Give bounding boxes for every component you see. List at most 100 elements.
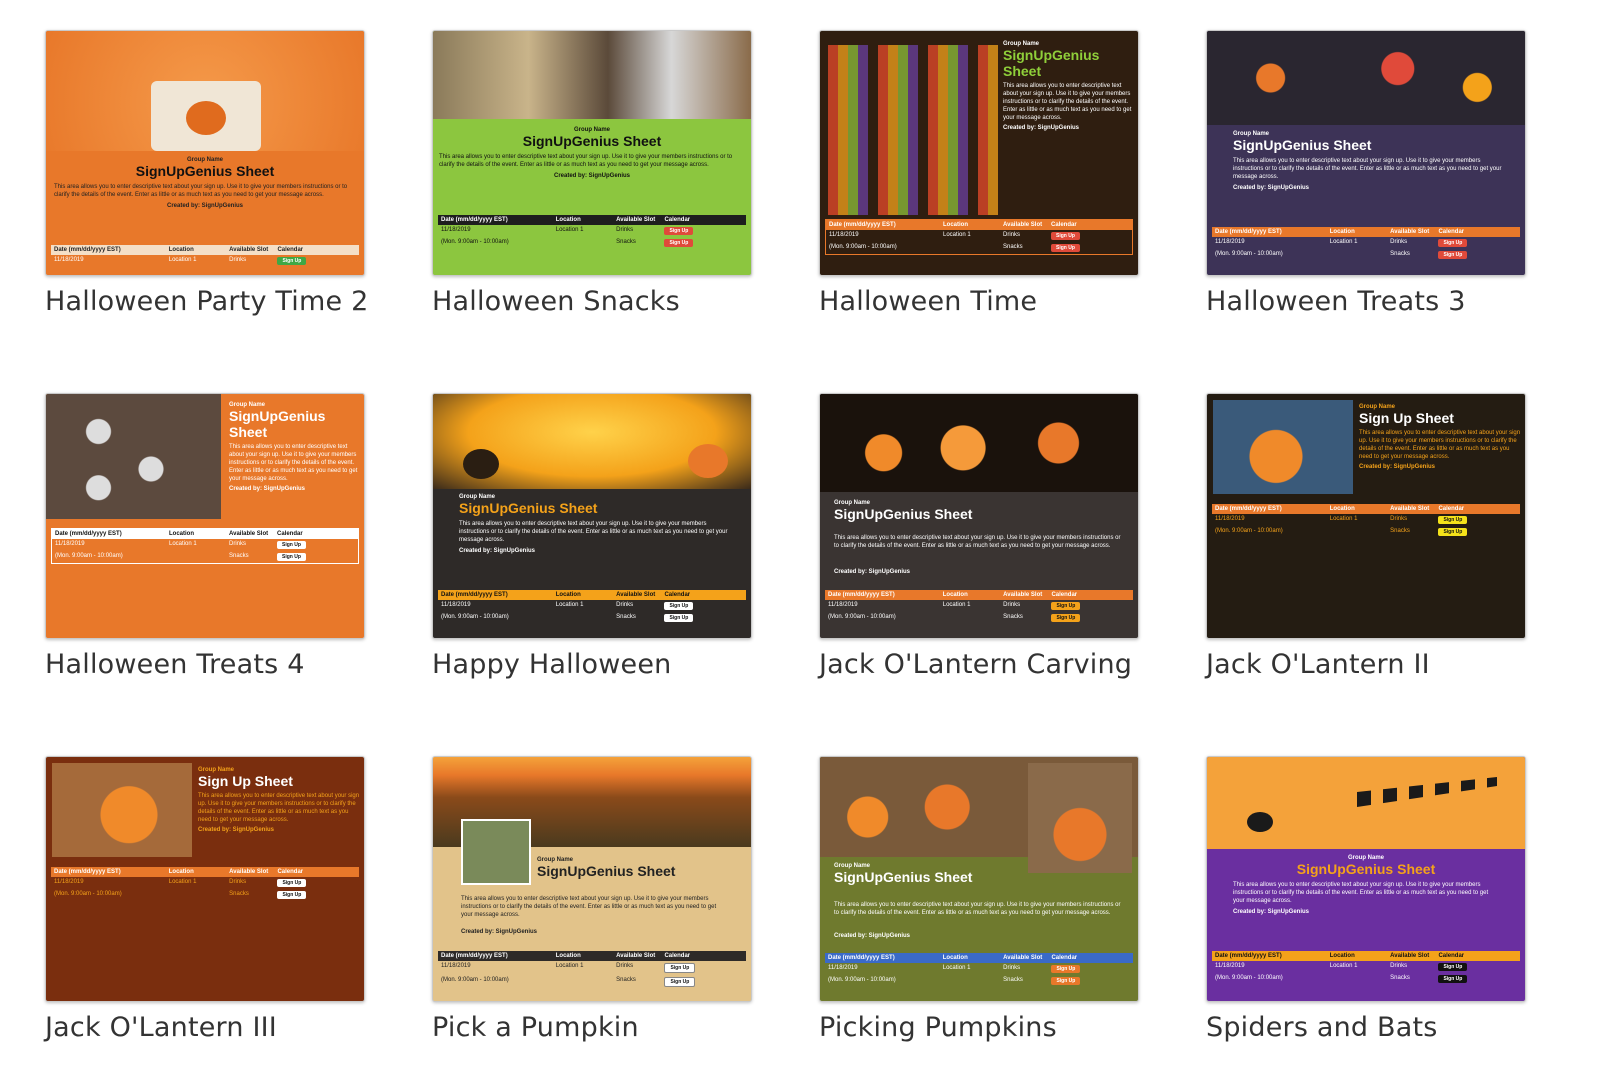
created-by: Created by: SignUpGenius bbox=[229, 486, 306, 492]
signup-button[interactable]: Sign Up bbox=[664, 602, 694, 610]
slot-table: Date (mm/dd/yyyy EST) Location Available S… bbox=[825, 953, 1133, 987]
template-preview[interactable]: Group Name SignUpGenius Sheet This area … bbox=[1206, 756, 1526, 1002]
sheet-description: This area allows you to enter descriptiv… bbox=[229, 444, 358, 482]
template-preview[interactable]: Group Name SignUpGenius Sheet This area … bbox=[45, 30, 365, 276]
sheet-description: This area allows you to enter descriptiv… bbox=[54, 184, 348, 198]
signup-button[interactable]: Sign Up bbox=[1438, 975, 1468, 983]
signup-button[interactable]: Sign Up bbox=[277, 891, 307, 899]
created-by: Created by: SignUpGenius bbox=[198, 827, 275, 833]
pumpkin-photo bbox=[1028, 763, 1132, 873]
template-name[interactable]: Halloween Snacks bbox=[432, 286, 750, 317]
template-name[interactable]: Halloween Treats 3 bbox=[1206, 286, 1524, 317]
signup-button[interactable]: Sign Up bbox=[1051, 602, 1081, 610]
sheet-title: SignUpGenius Sheet bbox=[459, 500, 598, 516]
template-preview[interactable]: Group Name SignUpGenius Sheet This area … bbox=[432, 30, 752, 276]
template-preview[interactable]: Group Name SignUpGenius Sheet This area … bbox=[432, 393, 752, 639]
slot-table: Date (mm/dd/yyyy EST) Location Available S… bbox=[51, 245, 359, 267]
template-card[interactable]: Group Name SignUpGenius Sheet This area … bbox=[1206, 30, 1526, 317]
template-name[interactable]: Jack O'Lantern II bbox=[1206, 649, 1524, 680]
signup-button[interactable]: Sign Up bbox=[277, 553, 306, 561]
template-card[interactable]: Group Name Sign Up Sheet This area allow… bbox=[45, 756, 365, 1043]
template-preview[interactable]: Group Name Sign Up Sheet This area allow… bbox=[1206, 393, 1526, 639]
spiders-bats-image bbox=[1207, 757, 1525, 849]
jack-o-lantern-image bbox=[1213, 400, 1353, 494]
template-preview[interactable]: Group Name SignUpGenius Sheet This area … bbox=[819, 756, 1139, 1002]
sheet-title: Sign Up Sheet bbox=[1359, 410, 1454, 426]
happy-halloween-image bbox=[433, 394, 751, 489]
hands-image bbox=[461, 819, 531, 885]
template-name[interactable]: Pick a Pumpkin bbox=[432, 1012, 750, 1043]
template-preview[interactable]: Group Name SignUpGenius Sheet This area … bbox=[45, 393, 365, 639]
signup-button[interactable]: Sign Up bbox=[1438, 528, 1468, 536]
template-card[interactable]: Group Name Sign Up Sheet This area allow… bbox=[1206, 393, 1526, 680]
signup-button[interactable]: Sign Up bbox=[1051, 232, 1080, 240]
signup-button[interactable]: Sign Up bbox=[1051, 965, 1081, 973]
sheet-title: Sign Up Sheet bbox=[198, 773, 293, 789]
signup-button[interactable]: Sign Up bbox=[277, 257, 307, 265]
signup-button[interactable]: Sign Up bbox=[1051, 244, 1080, 252]
signup-button[interactable]: Sign Up bbox=[1051, 614, 1081, 622]
slot-table: Date (mm/dd/yyyy EST) Location Available S… bbox=[825, 219, 1133, 255]
signup-button[interactable]: Sign Up bbox=[664, 963, 696, 973]
sheet-description: This area allows you to enter descriptiv… bbox=[1359, 430, 1521, 460]
signup-button[interactable]: Sign Up bbox=[664, 227, 694, 235]
signup-button[interactable]: Sign Up bbox=[277, 541, 306, 549]
created-by: Created by: SignUpGenius bbox=[1359, 464, 1436, 470]
template-name[interactable]: Jack O'Lantern Carving bbox=[819, 649, 1137, 680]
signup-button[interactable]: Sign Up bbox=[1438, 516, 1468, 524]
created-by: Created by: SignUpGenius bbox=[553, 173, 630, 179]
candy-image bbox=[828, 45, 998, 215]
template-preview[interactable]: Group Name SignUpGenius Sheet This area … bbox=[819, 393, 1139, 639]
sheet-description: This area allows you to enter descriptiv… bbox=[1233, 158, 1502, 180]
created-by: Created by: SignUpGenius bbox=[459, 548, 536, 554]
signup-button[interactable]: Sign Up bbox=[277, 879, 307, 887]
template-grid: Group Name SignUpGenius Sheet This area … bbox=[45, 30, 1526, 1070]
template-preview[interactable]: Group Name SignUpGenius Sheet This area … bbox=[432, 756, 752, 1002]
sheet-title: SignUpGenius Sheet bbox=[1233, 137, 1372, 153]
template-name[interactable]: Halloween Party Time 2 bbox=[45, 286, 368, 317]
template-preview[interactable]: Group Name SignUpGenius Sheet This area … bbox=[819, 30, 1139, 276]
sheet-title: SignUpGenius Sheet bbox=[1296, 861, 1436, 877]
created-by: Created by: SignUpGenius bbox=[1233, 185, 1310, 191]
slot-table: Date (mm/dd/yyyy EST) Location Available S… bbox=[438, 951, 746, 989]
template-name[interactable]: Halloween Treats 4 bbox=[45, 649, 363, 680]
slot-table: Date (mm/dd/yyyy EST) Location Available S… bbox=[1212, 951, 1520, 985]
slot-table: Date (mm/dd/yyyy EST) Location Available S… bbox=[825, 590, 1133, 624]
template-preview[interactable]: Group Name Sign Up Sheet This area allow… bbox=[45, 756, 365, 1002]
template-card[interactable]: Group Name SignUpGenius Sheet This area … bbox=[1206, 756, 1526, 1043]
signup-button[interactable]: Sign Up bbox=[1438, 239, 1468, 247]
signup-button[interactable]: Sign Up bbox=[664, 239, 694, 247]
created-by: Created by: SignUpGenius bbox=[1003, 125, 1080, 131]
treats-image bbox=[1207, 31, 1525, 125]
signup-button[interactable]: Sign Up bbox=[1438, 963, 1468, 971]
created-by: Created by: SignUpGenius bbox=[461, 929, 538, 935]
template-name[interactable]: Picking Pumpkins bbox=[819, 1012, 1137, 1043]
sheet-description: This area allows you to enter descriptiv… bbox=[834, 902, 1121, 916]
template-card[interactable]: Group Name SignUpGenius Sheet This area … bbox=[45, 30, 368, 317]
cookies-image bbox=[46, 394, 221, 519]
sheet-title: SignUpGenius Sheet bbox=[229, 408, 326, 440]
template-name[interactable]: Spiders and Bats bbox=[1206, 1012, 1524, 1043]
template-preview[interactable]: Group Name SignUpGenius Sheet This area … bbox=[1206, 30, 1526, 276]
created-by: Created by: SignUpGenius bbox=[834, 933, 911, 939]
sheet-title: SignUpGenius Sheet bbox=[1003, 47, 1100, 79]
template-card[interactable]: Group Name SignUpGenius Sheet This area … bbox=[819, 756, 1139, 1043]
signup-button[interactable]: Sign Up bbox=[664, 977, 696, 987]
template-name[interactable]: Halloween Time bbox=[819, 286, 1137, 317]
signup-button[interactable]: Sign Up bbox=[1438, 251, 1468, 259]
signup-button[interactable]: Sign Up bbox=[1051, 977, 1081, 985]
template-card[interactable]: Group Name SignUpGenius Sheet This area … bbox=[432, 393, 752, 680]
sheet-description: This area allows you to enter descriptiv… bbox=[198, 793, 360, 823]
sheet-description: This area allows you to enter descriptiv… bbox=[1233, 882, 1489, 904]
template-card[interactable]: Group Name SignUpGenius Sheet This area … bbox=[432, 756, 752, 1043]
template-card[interactable]: Group Name SignUpGenius Sheet This area … bbox=[819, 393, 1139, 680]
template-card[interactable]: Group Name SignUpGenius Sheet This area … bbox=[432, 30, 752, 317]
jack-o-lantern-image bbox=[52, 763, 192, 857]
template-card[interactable]: Group Name SignUpGenius Sheet This area … bbox=[819, 30, 1139, 317]
sheet-title: SignUpGenius Sheet bbox=[834, 506, 973, 522]
sheet-description: This area allows you to enter descriptiv… bbox=[834, 535, 1121, 549]
template-name[interactable]: Jack O'Lantern III bbox=[45, 1012, 363, 1043]
signup-button[interactable]: Sign Up bbox=[664, 614, 694, 622]
template-name[interactable]: Happy Halloween bbox=[432, 649, 750, 680]
template-card[interactable]: Group Name SignUpGenius Sheet This area … bbox=[45, 393, 365, 680]
